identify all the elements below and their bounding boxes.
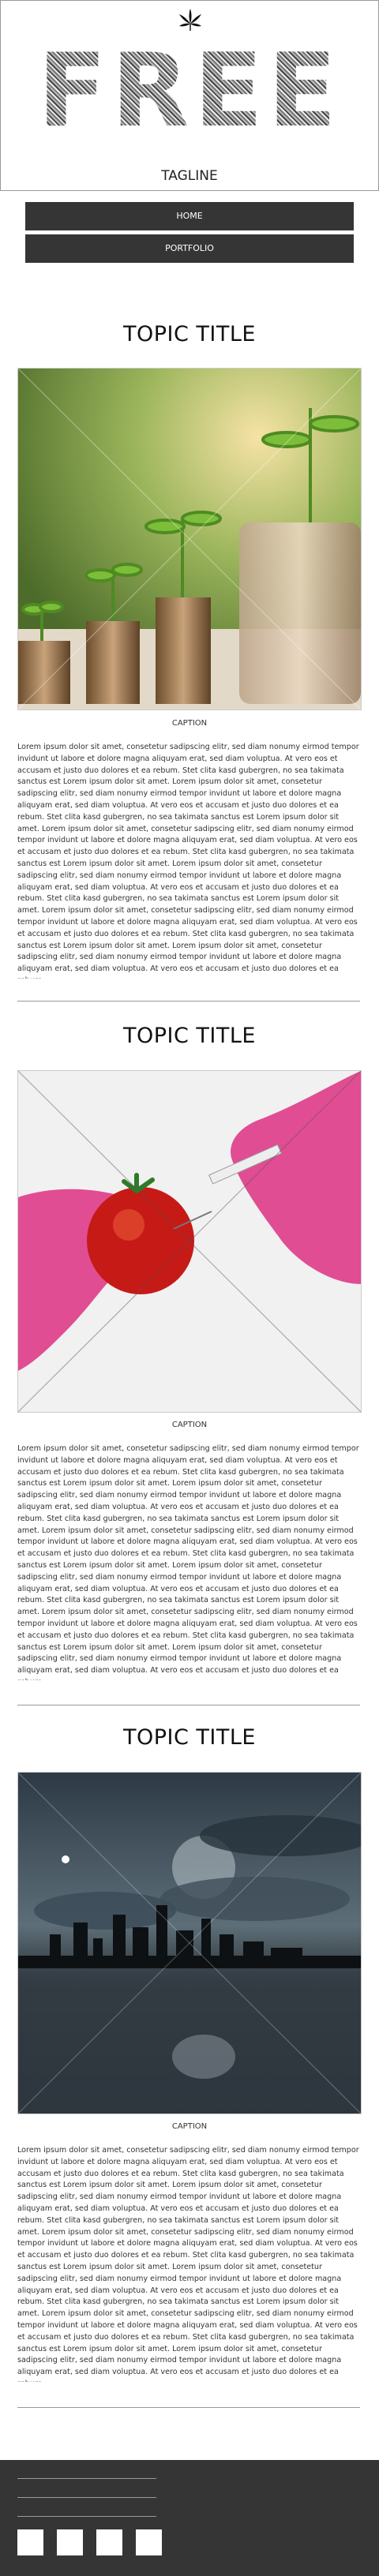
hero-text: FREE <box>37 32 342 150</box>
nav-portfolio-button[interactable]: PORTFOLIO <box>25 234 354 263</box>
footer-divider <box>17 2478 156 2479</box>
image-caption: CAPTION <box>171 2122 208 2131</box>
section-divider <box>17 2407 360 2408</box>
social-icon-1[interactable] <box>17 2529 43 2555</box>
image-caption: CAPTION <box>171 719 208 728</box>
section-image-coins <box>17 368 362 710</box>
cannabis-leaf-icon[interactable] <box>177 7 204 34</box>
section-body-text: Lorem ipsum dolor sit amet, consetetur s… <box>17 743 359 979</box>
section-divider <box>17 1001 360 1002</box>
section-title: TOPIC TITLE <box>123 1725 256 1750</box>
section-body-text: Lorem ipsum dolor sit amet, consetetur s… <box>17 1444 359 1680</box>
social-icon-2[interactable] <box>57 2529 83 2555</box>
section-body-text: Lorem ipsum dolor sit amet, consetetur s… <box>17 2146 359 2382</box>
section-title: TOPIC TITLE <box>123 322 256 346</box>
page: FREE TAGLINE HOME PORTFOLIO TOPIC TITLE <box>0 0 379 2576</box>
footer-divider <box>17 2516 156 2517</box>
section-image-city <box>17 1772 362 2114</box>
social-icon-4[interactable] <box>136 2529 162 2555</box>
site-header: FREE TAGLINE <box>0 0 379 191</box>
section-title: TOPIC TITLE <box>123 1024 256 1048</box>
image-caption: CAPTION <box>171 1421 208 1429</box>
nav-home-button[interactable]: HOME <box>25 202 354 230</box>
social-icon-3[interactable] <box>96 2529 122 2555</box>
section-image-tomato <box>17 1070 362 1413</box>
tagline: TAGLINE <box>161 168 218 184</box>
footer-divider <box>17 2497 156 2498</box>
